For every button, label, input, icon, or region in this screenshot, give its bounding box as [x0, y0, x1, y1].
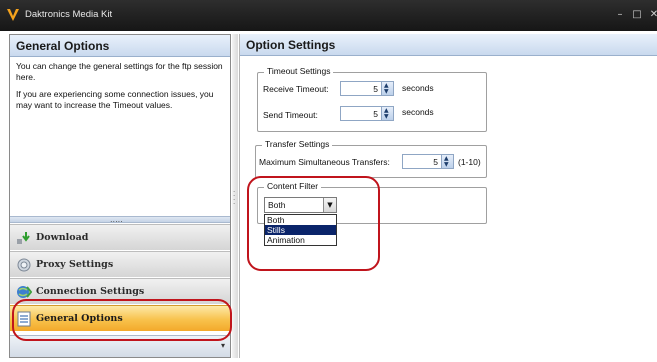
receive-timeout-unit: seconds: [402, 83, 434, 93]
proxy-icon: [17, 258, 31, 272]
left-pane-description: You can change the general settings for …: [16, 61, 226, 117]
receive-timeout-label: Receive Timeout:: [263, 84, 329, 94]
minimize-button[interactable]: –: [614, 9, 626, 21]
chevron-down-icon[interactable]: ▾: [221, 341, 225, 350]
left-pane-header: General Options: [10, 35, 230, 57]
right-pane-header: Option Settings: [240, 34, 657, 56]
title-bar: Daktronics Media Kit – □ ✕: [0, 0, 657, 31]
close-button[interactable]: ✕: [648, 9, 657, 21]
nav-item-download[interactable]: Download: [10, 224, 230, 250]
receive-timeout-stepper[interactable]: 5 ▲ ▼: [340, 81, 394, 96]
window-title: Daktronics Media Kit: [25, 9, 113, 20]
send-timeout-value: 5: [373, 109, 378, 119]
nav-item-label: Download: [36, 232, 89, 243]
send-timeout-label: Send Timeout:: [263, 110, 318, 120]
stepper-arrows-icon[interactable]: ▲ ▼: [381, 107, 393, 120]
annotation-highlight: [247, 176, 380, 271]
pane-splitter[interactable]: · · · ·: [232, 34, 238, 358]
receive-timeout-value: 5: [373, 84, 378, 94]
send-timeout-stepper[interactable]: 5 ▲ ▼: [340, 106, 394, 121]
max-transfers-value: 5: [433, 157, 438, 167]
stepper-arrows-icon[interactable]: ▲ ▼: [381, 82, 393, 95]
description-paragraph: You can change the general settings for …: [16, 61, 223, 82]
stepper-arrows-icon[interactable]: ▲ ▼: [441, 155, 453, 168]
max-transfers-label: Maximum Simultaneous Transfers:: [259, 157, 390, 167]
nav-item-label: Proxy Settings: [36, 259, 114, 270]
nav-item-proxy-settings[interactable]: Proxy Settings: [10, 251, 230, 277]
nav-item-label: Connection Settings: [36, 286, 145, 297]
timeout-settings-legend: Timeout Settings: [264, 66, 334, 76]
maximize-button[interactable]: □: [631, 9, 643, 21]
transfer-settings-legend: Transfer Settings: [262, 139, 333, 149]
max-transfers-range: (1-10): [458, 157, 481, 167]
description-paragraph: If you are experiencing some connection …: [16, 89, 214, 110]
annotation-highlight: [12, 299, 232, 341]
nav-splitter[interactable]: .....: [10, 215, 230, 224]
download-icon: [17, 232, 30, 244]
right-pane-title: Option Settings: [246, 38, 336, 52]
left-pane-title: General Options: [16, 39, 110, 53]
app-logo-icon: [7, 9, 19, 21]
max-transfers-stepper[interactable]: 5 ▲ ▼: [402, 154, 454, 169]
connection-icon: [17, 286, 32, 298]
send-timeout-unit: seconds: [402, 107, 434, 117]
